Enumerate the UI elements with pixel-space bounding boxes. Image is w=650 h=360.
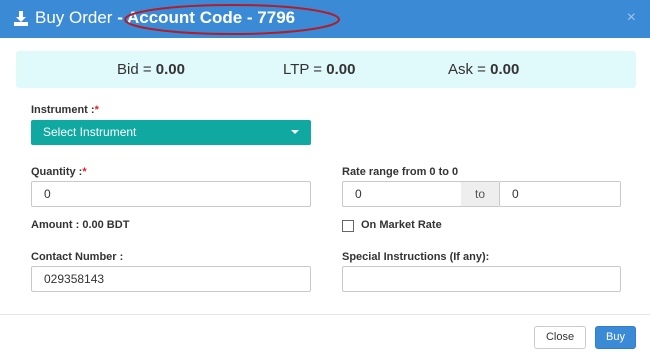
ask-display: Ask = 0.00 <box>448 61 519 78</box>
contact-number-input[interactable]: 029358143 <box>31 266 311 292</box>
footer-divider <box>0 314 650 315</box>
ltp-value: 0.00 <box>326 61 356 78</box>
market-rate-checkbox[interactable] <box>342 220 354 232</box>
amount-currency: BDT <box>103 219 130 231</box>
quantity-input[interactable]: 0 <box>31 181 311 207</box>
rate-range-label: Rate range from 0 to 0 <box>342 166 458 178</box>
instrument-label-text: Instrument : <box>31 104 95 116</box>
title-prefix: Buy Order <box>35 8 113 27</box>
market-rate-label: On Market Rate <box>361 219 442 231</box>
rate-to-input[interactable]: 0 <box>499 181 621 207</box>
instrument-label: Instrument :* <box>31 104 99 116</box>
rate-from-input[interactable]: 0 <box>342 181 462 207</box>
bid-display: Bid = 0.00 <box>117 61 185 78</box>
rate-range-prefix: Rate range from <box>342 166 430 178</box>
rate-range-to-text: to <box>435 166 453 178</box>
close-button[interactable]: Close <box>534 326 586 349</box>
amount-label: Amount : <box>31 219 83 231</box>
modal-header: Buy Order - Account Code - 7796 × <box>0 0 650 38</box>
instrument-select[interactable]: Select Instrument <box>31 120 311 145</box>
ltp-label: LTP = <box>283 61 327 78</box>
contact-label: Contact Number : <box>31 251 124 263</box>
quantity-label-text: Quantity : <box>31 166 83 178</box>
ask-value: 0.00 <box>490 61 520 78</box>
amount-display: Amount : 0.00 BDT <box>31 219 129 231</box>
special-instructions-label: Special Instructions (If any): <box>342 251 490 263</box>
bid-value: 0.00 <box>155 61 185 78</box>
caret-down-icon <box>291 130 299 134</box>
price-panel: Bid = 0.00 LTP = 0.00 Ask = 0.00 <box>16 51 636 88</box>
required-mark: * <box>94 104 99 116</box>
amount-value: 0.00 <box>82 219 104 231</box>
highlight-ellipse <box>124 4 340 35</box>
ltp-display: LTP = 0.00 <box>283 61 355 78</box>
required-mark: * <box>82 166 87 178</box>
rate-range-to: 0 <box>452 166 459 178</box>
buy-button[interactable]: Buy <box>595 326 636 349</box>
quantity-label: Quantity :* <box>31 166 87 178</box>
instrument-selected-value: Select Instrument <box>43 125 137 139</box>
bid-label: Bid = <box>117 61 156 78</box>
download-icon <box>14 11 28 26</box>
rate-to-addon: to <box>461 181 499 207</box>
special-instructions-input[interactable] <box>342 266 621 292</box>
close-icon[interactable]: × <box>627 9 636 27</box>
ask-label: Ask = <box>448 61 491 78</box>
